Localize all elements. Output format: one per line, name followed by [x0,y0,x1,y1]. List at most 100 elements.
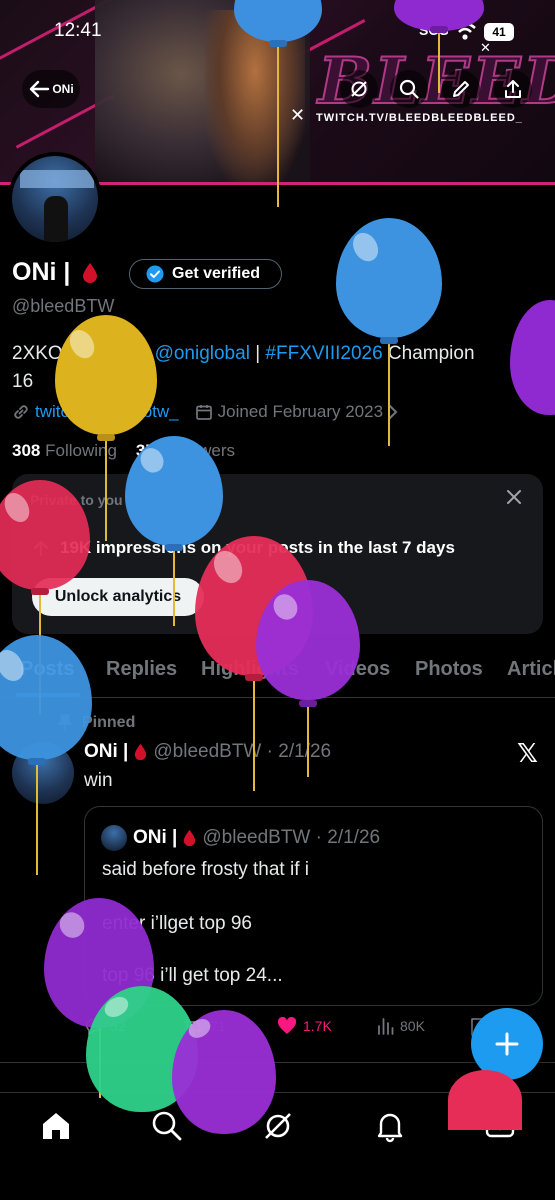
website-link[interactable]: twitch.tv/bleedbtw_ [35,402,179,422]
banner-link-text: TWITCH.TV/BLEEDBLEEDBLEED_ [316,112,523,124]
followers-label: Followers [162,441,236,460]
follow-counts: 308 Following 3K Followers [12,441,235,461]
impressions-text: 19K impressions on your posts in the las… [60,538,455,557]
tab-articles[interactable]: Articles [507,658,555,681]
views-button[interactable]: 80K [376,1017,425,1035]
x-logo-icon: 𝕏 [517,738,538,768]
tab-highlights[interactable]: Highlights [201,658,299,681]
tab-replies[interactable]: Replies [106,658,177,681]
views-count: 80K [400,1018,425,1034]
bio-text-line2: 16 [12,371,34,392]
followers-link[interactable]: 3K Followers [136,441,235,460]
post-header: ONi | @bleedBTW · 2/1/26 [84,741,331,763]
plus-icon [495,1032,519,1056]
post-text: win [84,770,113,791]
bio-text: | [249,343,266,364]
back-button[interactable]: ONi [22,70,80,108]
search-icon [399,79,419,99]
profile-tabs: Posts Replies Highlights Videos Photos A… [0,646,555,698]
calendar-icon [195,405,212,420]
like-button[interactable]: 1.7K [277,1017,332,1035]
back-label: ONi [52,82,74,96]
search-button[interactable] [390,70,428,108]
pinned-label: Pinned [82,714,136,731]
back-arrow-icon [30,80,50,98]
quoted-post-header: ONi | @bleedBTW · 2/1/26 [101,825,380,851]
profile-meta: twitch.tv/bleedbtw_ Joined February 2023 [12,402,414,422]
quoted-post-avatar [101,825,127,851]
quoted-post-handle-date: @bleedBTW · 2/1/26 [202,827,381,848]
tab-videos[interactable]: Videos [325,658,390,681]
status-time: 12:41 [54,20,102,41]
close-icon[interactable]: ✕ [480,40,491,56]
status-bar: 12:41 SOS 41 [0,18,555,48]
tab-photos[interactable]: Photos [415,658,483,681]
repost-icon [183,1019,203,1033]
grok-icon [351,81,367,97]
blood-drop-icon [135,743,147,761]
repost-count: 71 [210,1018,226,1034]
avatar-figure [44,196,68,242]
active-tab-indicator [16,693,80,697]
share-icon [505,80,521,98]
quoted-post-line: top 96 i’ll get top 24... [102,965,283,986]
repost-button[interactable]: 71 [182,1017,226,1035]
tab-posts[interactable]: Posts [20,658,74,681]
profile-display-name: ONi | [12,258,71,286]
post-handle-date: @bleedBTW · 2/1/26 [153,741,332,762]
mail-icon[interactable] [483,1109,517,1143]
close-icon[interactable] [505,488,523,506]
pinned-indicator: Pinned [58,714,135,732]
quoted-post-author: ONi | [133,827,178,848]
status-sos: SOS [419,22,449,38]
home-icon[interactable] [39,1109,73,1143]
post-avatar[interactable] [12,742,74,804]
quoted-post[interactable]: ONi | @bleedBTW · 2/1/26 said before fro… [84,806,543,1006]
joined-date: Joined February 2023 [217,402,384,421]
website-item[interactable]: twitch.tv/bleedbtw_ [12,402,179,422]
battery-indicator: 41 [484,23,514,41]
quoted-post-line: enter i’llget top 96 [102,913,252,934]
reply-button[interactable]: 52 [84,1017,126,1035]
bio-mention-link[interactable]: @oniglobal [155,343,250,364]
chevron-right-icon [389,405,398,419]
profile-avatar[interactable] [8,152,102,246]
following-link[interactable]: 308 Following [12,441,117,460]
search-icon[interactable] [150,1109,184,1143]
unlock-analytics-button[interactable]: Unlock analytics [32,578,204,616]
bio-text: 2XKO Player for [12,343,155,364]
compose-post-button[interactable] [471,1008,543,1080]
wifi-icon [454,22,476,40]
edit-button[interactable] [442,70,480,108]
heart-icon [277,1017,297,1034]
followers-count: 3K [135,441,158,460]
private-label: Private to you [30,492,123,508]
impressions-row: 19K impressions on your posts in the las… [32,538,455,558]
pin-icon [58,714,72,731]
arrow-up-icon [34,541,48,556]
following-count: 308 [12,441,41,460]
close-icon[interactable]: ✕ [290,105,305,126]
edit-icon [453,81,469,97]
like-count: 1.7K [303,1018,332,1034]
profile-handle: @bleedBTW [12,296,115,316]
get-verified-button[interactable]: Get verified [129,259,282,289]
avatar-background [20,170,94,188]
bottom-navigation [0,1092,555,1158]
post-divider [0,1062,555,1063]
verified-badge-icon [146,265,164,283]
link-icon [14,405,28,419]
profile-bio: 2XKO Player for @oniglobal | #FFXVIII202… [12,340,532,396]
joined-item[interactable]: Joined February 2023 [195,402,398,422]
bio-text: Champion [382,343,475,364]
grok-button[interactable] [340,70,378,108]
bell-icon[interactable] [373,1109,407,1143]
bio-hashtag-link[interactable]: #FFXVIII2026 [265,343,382,364]
post-author[interactable]: ONi | [84,741,128,763]
profile-name-row: ONi | [12,258,98,287]
blood-drop-icon [184,829,196,847]
grok-nav-icon[interactable] [261,1109,295,1143]
share-button[interactable] [494,70,532,108]
quoted-post-line: said before frosty that if i [102,859,309,880]
reply-icon [86,1018,102,1035]
